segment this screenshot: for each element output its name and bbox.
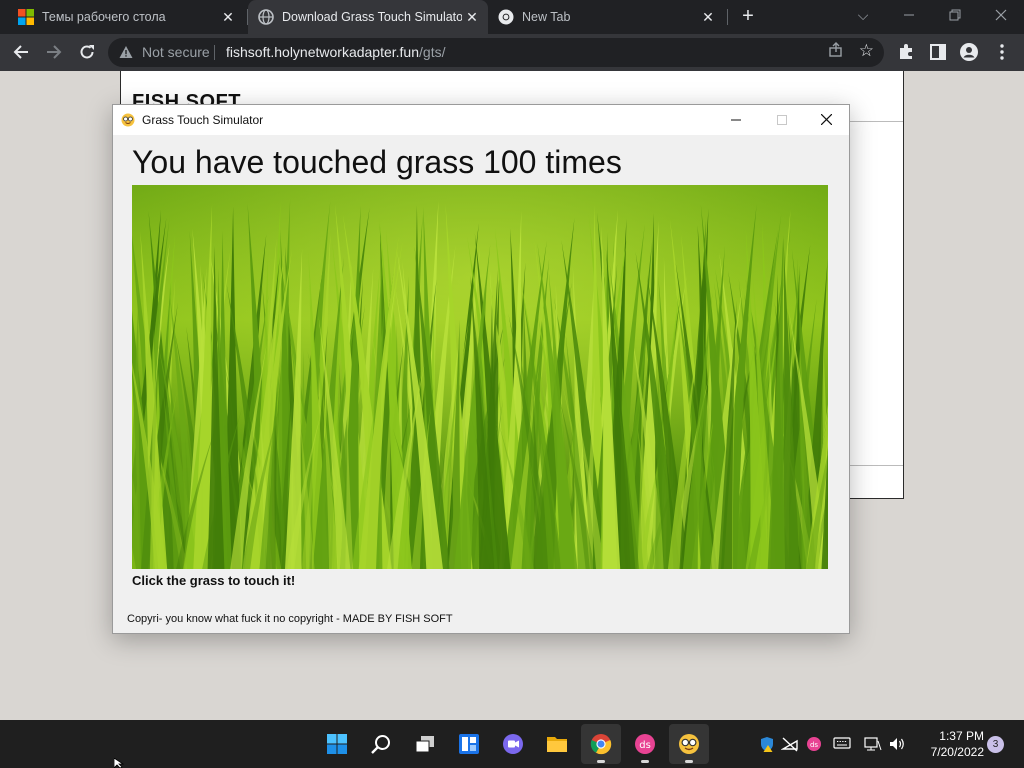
forward-arrow-icon	[47, 45, 62, 59]
kebab-menu-icon	[1000, 44, 1004, 60]
ds-app-icon: ds	[635, 734, 655, 754]
grass-simulator-taskbar-button[interactable]	[669, 724, 709, 764]
chat-button[interactable]	[493, 724, 533, 764]
tab-close-button[interactable]: ✕	[218, 9, 238, 26]
file-explorer-icon	[547, 737, 567, 752]
reload-icon	[80, 45, 94, 59]
copyright-text: Copyri- you know what fuck it no copyrig…	[127, 613, 453, 625]
nerd-face-icon	[121, 113, 135, 127]
search-icon	[371, 735, 390, 754]
restore-icon	[949, 9, 961, 21]
window-titlebar[interactable]: Grass Touch Simulator	[113, 105, 849, 135]
grass-simulator-window: Grass Touch Simulator You have touched g…	[112, 104, 850, 634]
running-indicator	[641, 760, 649, 763]
window-minimize-button[interactable]	[713, 105, 759, 135]
notification-badge[interactable]: 3	[987, 736, 1004, 753]
widgets-icon	[459, 734, 479, 754]
svg-text:ds: ds	[810, 741, 818, 749]
file-explorer-button[interactable]	[537, 724, 577, 764]
side-panel-button[interactable]	[926, 40, 950, 64]
tab-title: Download Grass Touch Simulator	[282, 10, 462, 24]
tab-search-button[interactable]: ⌵	[840, 0, 886, 30]
touch-counter-heading: You have touched grass 100 times	[132, 144, 622, 180]
minimize-icon	[904, 14, 914, 16]
taskbar-search-button[interactable]	[361, 724, 401, 764]
bookmark-star-icon[interactable]: ☆	[859, 41, 874, 61]
forward-button[interactable]	[42, 40, 66, 64]
back-arrow-icon	[13, 45, 28, 59]
system-clock[interactable]: 1:37 PM 7/20/2022	[914, 728, 984, 760]
tab-close-button[interactable]: ✕	[698, 9, 718, 26]
extensions-button[interactable]	[894, 40, 918, 64]
clock-date: 7/20/2022	[930, 745, 984, 759]
grass-picture	[132, 185, 828, 569]
address-bar[interactable]: Not secure fishsoft.holynetworkadapter.f…	[108, 38, 884, 67]
minimize-icon	[731, 119, 741, 121]
grass-image-button[interactable]	[132, 185, 828, 569]
new-tab-button[interactable]: +	[736, 4, 760, 28]
windows-start-icon	[327, 734, 347, 754]
avatar-icon	[960, 43, 978, 61]
tab-close-button[interactable]: ✕	[462, 9, 482, 26]
omnibox-divider	[214, 45, 215, 60]
window-maximize-button[interactable]	[759, 105, 805, 135]
volume-icon[interactable]	[888, 736, 906, 752]
security-label[interactable]: Not secure	[142, 44, 210, 60]
url-host: fishsoft.holynetworkadapter.fun	[226, 44, 420, 60]
share-icon[interactable]	[828, 42, 844, 62]
security-shield-icon[interactable]	[758, 736, 776, 752]
svg-text:ds: ds	[639, 740, 651, 751]
network-off-icon[interactable]	[780, 736, 799, 752]
network-icon[interactable]	[864, 736, 882, 752]
window-title: Grass Touch Simulator	[142, 113, 264, 127]
ds-app-button[interactable]: ds	[625, 724, 665, 764]
ds-tray-icon[interactable]: ds	[805, 736, 823, 752]
windows-logo-icon	[18, 9, 34, 25]
back-button[interactable]	[9, 40, 33, 64]
widgets-button[interactable]	[449, 724, 489, 764]
tab-title: New Tab	[522, 10, 571, 24]
warning-icon	[119, 46, 133, 58]
profile-button[interactable]	[957, 40, 981, 64]
grass-simulator-icon	[679, 734, 699, 754]
browser-close-button[interactable]	[978, 0, 1024, 30]
running-indicator	[685, 760, 693, 763]
side-panel-icon	[930, 44, 946, 60]
running-indicator	[597, 760, 605, 763]
task-view-icon	[415, 736, 434, 753]
maximize-icon	[777, 115, 787, 125]
reload-button[interactable]	[75, 40, 99, 64]
close-icon	[820, 113, 832, 126]
chrome-icon	[590, 734, 612, 755]
chrome-icon	[498, 9, 514, 25]
start-button[interactable]	[317, 724, 357, 764]
tab-desktop-themes[interactable]: Темы рабочего стола ✕	[8, 0, 244, 34]
window-close-button[interactable]	[803, 105, 849, 135]
url-path: /gts/	[419, 44, 446, 60]
close-icon	[995, 9, 1007, 21]
mouse-cursor-icon	[114, 758, 125, 768]
globe-icon	[258, 9, 274, 25]
menu-button[interactable]	[990, 40, 1014, 64]
url-text[interactable]: fishsoft.holynetworkadapter.fun/gts/	[226, 44, 445, 60]
chat-icon	[503, 734, 523, 754]
puzzle-icon	[899, 44, 912, 59]
clock-time: 1:37 PM	[939, 729, 984, 743]
browser-restore-button[interactable]	[932, 0, 978, 30]
browser-minimize-button[interactable]	[886, 0, 932, 30]
tab-title: Темы рабочего стола	[42, 10, 166, 24]
tab-separator	[727, 9, 728, 25]
tab-new-tab[interactable]: New Tab ✕	[488, 0, 724, 34]
keyboard-icon[interactable]	[833, 736, 851, 752]
chrome-taskbar-button[interactable]	[581, 724, 621, 764]
tab-download-grass-touch-simulator[interactable]: Download Grass Touch Simulator ✕	[248, 0, 488, 34]
task-view-button[interactable]	[405, 724, 445, 764]
instruction-text: Click the grass to touch it!	[132, 573, 296, 588]
